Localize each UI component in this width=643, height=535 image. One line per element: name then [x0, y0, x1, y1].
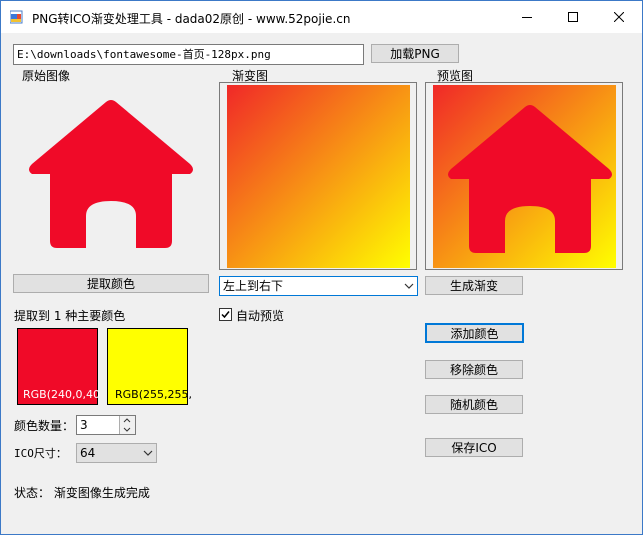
close-icon [614, 12, 624, 22]
original-house-icon [29, 100, 193, 248]
title-bar[interactable]: PNG转ICO渐变处理工具 - dada02原创 - www.52pojie.c… [1, 1, 642, 33]
auto-preview-label: 自动预览 [236, 309, 285, 323]
file-path-input[interactable]: E:\downloads\fontawesome-首页-128px.png [13, 44, 364, 65]
chevron-down-icon [404, 283, 414, 289]
color-swatch-label: RGB(240,0,40 [23, 388, 100, 401]
extract-colors-button[interactable]: 提取颜色 [13, 274, 209, 293]
maximize-icon [568, 12, 578, 22]
remove-color-button[interactable]: 移除颜色 [425, 360, 523, 379]
ico-size-select[interactable]: 64 [76, 443, 157, 463]
stepper-up-icon[interactable] [120, 416, 134, 425]
minimize-icon [522, 17, 532, 18]
generate-gradient-button[interactable]: 生成渐变 [425, 276, 523, 295]
minimize-button[interactable] [504, 1, 550, 33]
gradient-panel [219, 82, 417, 270]
ico-size-value: 64 [80, 446, 96, 460]
add-color-button[interactable]: 添加颜色 [425, 323, 524, 343]
app-window: PNG转ICO渐变处理工具 - dada02原创 - www.52pojie.c… [0, 0, 643, 535]
preview-image [433, 85, 616, 268]
close-button[interactable] [596, 1, 642, 33]
extracted-summary: 提取到 1 种主要颜色 [14, 309, 126, 323]
color-swatch-label: RGB(255,255, [115, 388, 192, 401]
color-swatch[interactable]: RGB(255,255, [107, 328, 192, 405]
window-title: PNG转ICO渐变处理工具 - dada02原创 - www.52pojie.c… [32, 12, 351, 26]
app-icon [10, 10, 23, 24]
color-count-label: 颜色数量： [14, 419, 75, 433]
preview-panel [425, 82, 623, 270]
color-swatch[interactable]: RGB(240,0,40 [17, 328, 100, 405]
direction-selected-value: 左上到右下 [223, 279, 284, 293]
color-count-stepper[interactable]: 3 [76, 415, 136, 435]
random-color-button[interactable]: 随机颜色 [425, 395, 523, 414]
load-png-button[interactable]: 加载PNG [371, 44, 459, 63]
ico-size-label: ICO尺寸： [14, 447, 67, 460]
color-count-value: 3 [80, 418, 88, 432]
chevron-down-icon [143, 450, 153, 456]
direction-select[interactable]: 左上到右下 [219, 276, 418, 296]
original-image-label: 原始图像 [22, 69, 71, 83]
gradient-image [227, 85, 410, 268]
stepper-down-icon[interactable] [120, 425, 134, 434]
auto-preview-checkbox[interactable] [219, 308, 232, 321]
maximize-button[interactable] [550, 1, 596, 33]
stepper-buttons[interactable] [119, 416, 135, 434]
save-ico-button[interactable]: 保存ICO [425, 438, 523, 457]
checkmark-icon [221, 311, 230, 319]
status-text: 状态： 渐变图像生成完成 [14, 486, 150, 500]
